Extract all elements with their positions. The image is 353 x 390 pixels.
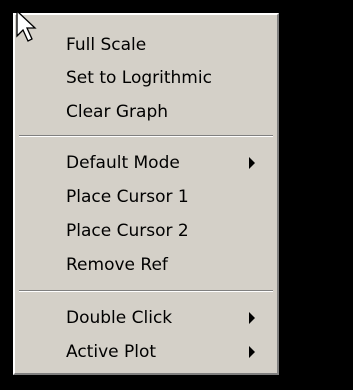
arrow-cursor-icon <box>16 10 37 42</box>
submenu-arrow-icon <box>249 346 255 358</box>
submenu-arrow-icon <box>249 312 255 324</box>
menu-item-label: Clear Graph <box>66 102 169 122</box>
submenu-arrow-icon <box>249 157 255 169</box>
menu-item-label: Double Click <box>66 308 173 328</box>
menu-item-set-to-logrithmic[interactable]: Set to Logrithmic <box>15 62 277 94</box>
menu-item-place-cursor-1[interactable]: Place Cursor 1 <box>15 181 277 213</box>
menu-item-label: Active Plot <box>66 342 157 362</box>
menu-item-label: Remove Ref <box>66 255 168 275</box>
menu-item-remove-ref[interactable]: Remove Ref <box>15 249 277 281</box>
context-menu: Full Scale Set to Logrithmic Clear Graph… <box>13 13 279 375</box>
menu-item-label: Place Cursor 2 <box>66 221 189 241</box>
menu-item-label: Set to Logrithmic <box>66 68 212 88</box>
menu-item-label: Full Scale <box>66 35 147 55</box>
menu-separator <box>19 290 273 292</box>
menu-item-full-scale[interactable]: Full Scale <box>15 29 277 61</box>
menu-item-double-click[interactable]: Double Click <box>15 302 277 334</box>
menu-item-default-mode[interactable]: Default Mode <box>15 147 277 179</box>
menu-item-label: Default Mode <box>66 153 180 173</box>
menu-item-clear-graph[interactable]: Clear Graph <box>15 96 277 128</box>
menu-item-label: Place Cursor 1 <box>66 187 189 207</box>
menu-item-active-plot[interactable]: Active Plot <box>15 336 277 368</box>
menu-item-place-cursor-2[interactable]: Place Cursor 2 <box>15 215 277 247</box>
menu-separator <box>19 135 273 137</box>
